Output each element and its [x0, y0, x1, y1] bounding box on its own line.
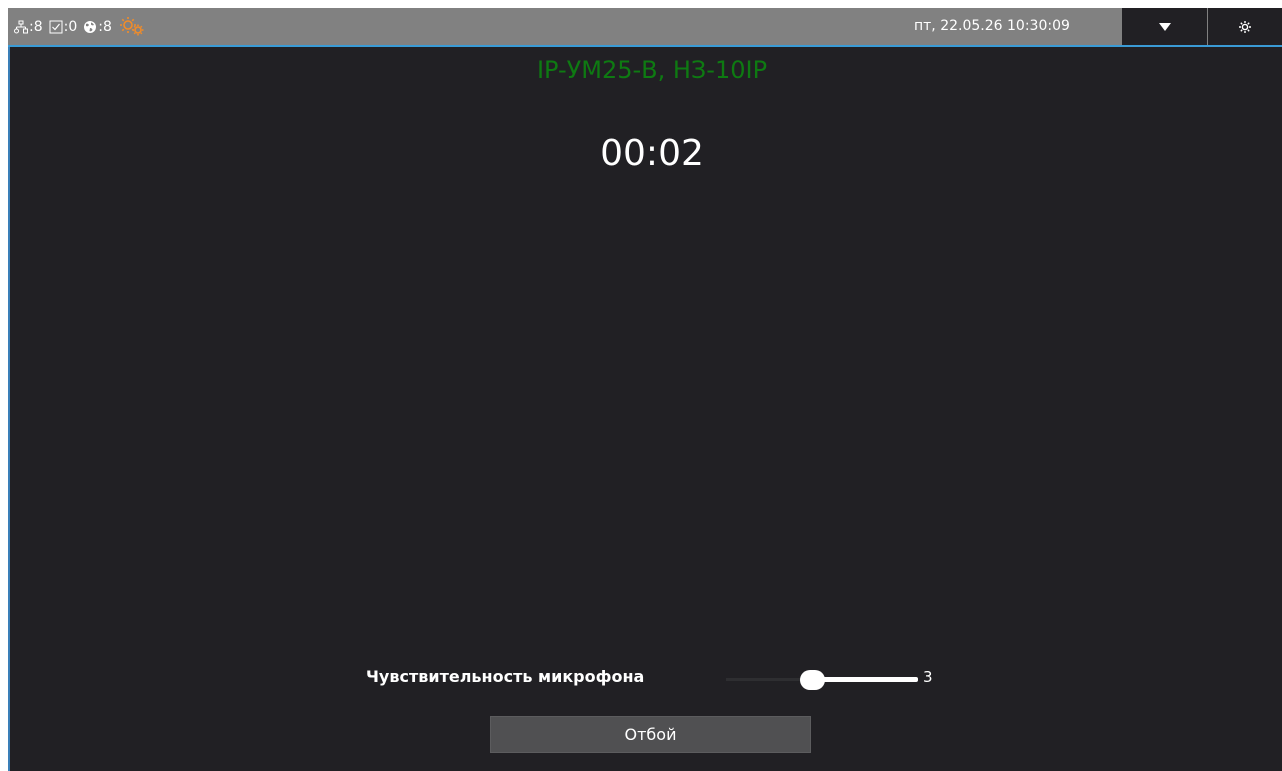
slider-thumb[interactable] — [800, 670, 825, 690]
call-title: IP-УМ25-В, НЗ-10IP — [536, 56, 768, 84]
mic-sensitivity-label: Чувствительность микрофона — [366, 667, 645, 686]
call-screen: :8 :0 :8 пт, 22.05.26 10:30:09 IP-УМ25-В… — [8, 8, 1282, 771]
settings-button[interactable] — [1208, 8, 1282, 45]
hangup-button[interactable]: Отбой — [490, 716, 811, 753]
tasks-status: :0 — [49, 18, 78, 35]
chevron-down-icon[interactable] — [1158, 22, 1172, 32]
globe-count: 8 — [103, 18, 112, 35]
network-status: :8 — [14, 19, 43, 35]
globe-status: :8 — [83, 19, 112, 35]
slider-fill — [812, 677, 918, 682]
network-count: 8 — [33, 18, 43, 35]
gear-icon[interactable] — [1238, 20, 1252, 34]
status-indicators: :8 :0 :8 — [14, 8, 153, 45]
dropdown-button[interactable] — [1122, 8, 1207, 45]
settings-warning[interactable] — [118, 15, 147, 39]
checkbox-icon — [49, 20, 63, 33]
datetime-display: пт, 22.05.26 10:30:09 — [914, 18, 1070, 34]
call-timer: 00:02 — [600, 133, 704, 174]
status-bar: :8 :0 :8 пт, 22.05.26 10:30:09 — [8, 8, 1282, 47]
settings-warning-icon[interactable] — [118, 15, 146, 39]
mic-sensitivity-value: 3 — [923, 668, 933, 686]
network-nodes-icon — [14, 20, 28, 33]
globe-icon — [84, 20, 97, 33]
tasks-count: 0 — [68, 18, 78, 35]
mic-sensitivity-slider[interactable] — [726, 670, 918, 690]
